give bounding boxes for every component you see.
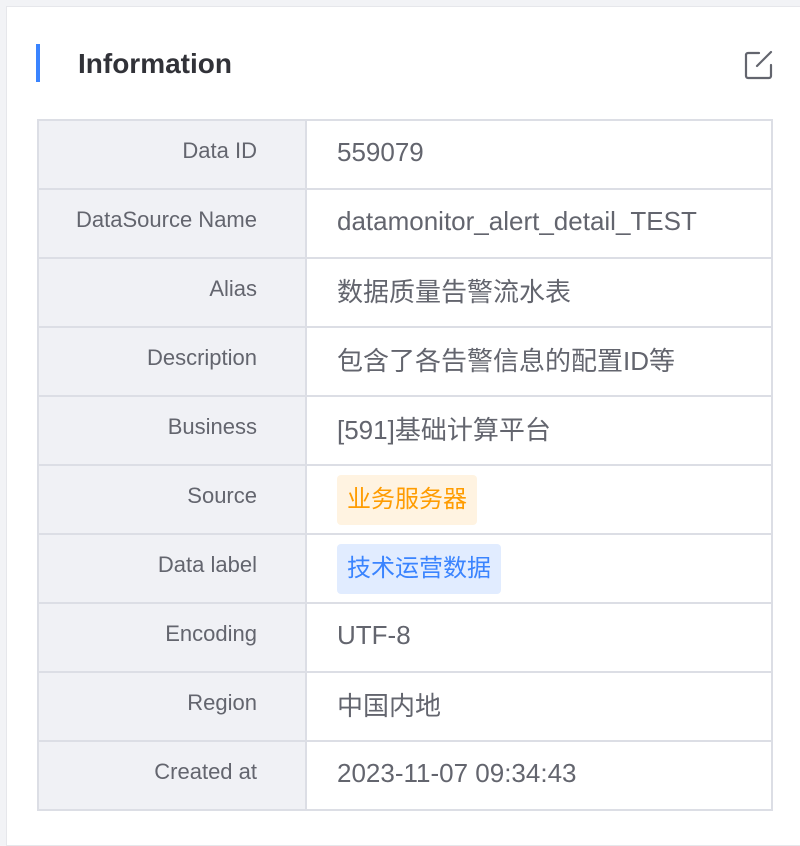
row-label: Alias (209, 275, 257, 301)
alias-value: 数据质量告警流水表 (337, 277, 572, 307)
row-label: Source (187, 482, 257, 508)
row-data-label: Data label 技术运营数据 (37, 533, 773, 604)
row-label: Data ID (182, 137, 257, 163)
created-at-value: 2023-11-07 09:34:43 (337, 758, 577, 788)
row-data-id: Data ID 559079 (37, 119, 773, 190)
business-value: [591]基础计算平台 (337, 415, 551, 445)
row-label: DataSource Name (76, 206, 257, 232)
card-title: Information (78, 48, 232, 79)
row-encoding: Encoding UTF-8 (37, 602, 773, 673)
row-alias: Alias 数据质量告警流水表 (37, 257, 773, 328)
row-created-at: Created at 2023-11-07 09:34:43 (37, 740, 773, 811)
row-description: Description 包含了各告警信息的配置ID等 (37, 326, 773, 397)
description-value: 包含了各告警信息的配置ID等 (337, 346, 676, 376)
data-id-value: 559079 (337, 137, 424, 167)
source-tag: 业务服务器 (337, 474, 477, 525)
row-label: Created at (154, 758, 257, 784)
encoding-value: UTF-8 (337, 620, 411, 650)
edit-icon (744, 50, 773, 80)
row-region: Region 中国内地 (37, 671, 773, 742)
row-datasource-name: DataSource Name datamonitor_alert_detail… (37, 188, 773, 259)
card-header: Information (7, 7, 800, 119)
row-label: Data label (157, 551, 257, 577)
data-label-tag: 技术运营数据 (337, 543, 501, 594)
row-label: Region (187, 689, 257, 715)
info-table: Data ID 559079 DataSource Name datamonit… (37, 119, 773, 811)
datasource-name-value: datamonitor_alert_detail_TEST (337, 206, 697, 236)
row-label: Business (167, 413, 257, 439)
information-card: Information Data ID 559079 DataSource Na… (6, 6, 800, 846)
row-label: Description (146, 344, 257, 370)
row-source: Source 业务服务器 (37, 464, 773, 535)
region-value: 中国内地 (337, 691, 442, 721)
row-label: Encoding (165, 620, 257, 646)
row-business: Business [591]基础计算平台 (37, 395, 773, 466)
header-accent-bar (36, 44, 40, 82)
edit-button[interactable] (743, 49, 775, 81)
